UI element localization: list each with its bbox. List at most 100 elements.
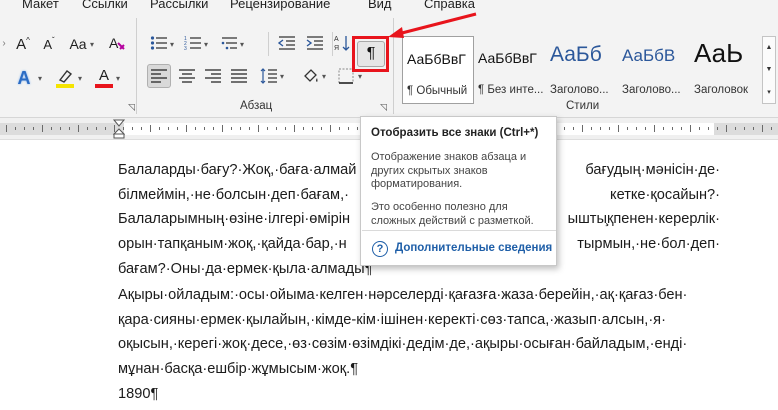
ruler-tick (582, 125, 583, 132)
align-right-icon[interactable] (202, 64, 224, 88)
more-styles-icon[interactable]: ▾ (767, 88, 771, 96)
svg-text:Я: Я (334, 45, 339, 52)
ruler-tick (168, 127, 169, 130)
ruler-tick (717, 127, 718, 130)
shrink-font-icon[interactable]: Aˇ (38, 34, 60, 54)
justify-icon[interactable] (228, 64, 250, 88)
decrease-indent-icon[interactable] (276, 32, 298, 54)
chevron-down-icon[interactable]: ▾ (240, 40, 244, 49)
style-title[interactable]: АаЬ Заголовок (690, 36, 762, 104)
sort-icon[interactable]: AЯ (334, 32, 350, 54)
chevron-up-icon[interactable]: ▲ (766, 44, 773, 51)
ruler-tick (591, 127, 592, 130)
ruler-tick (573, 127, 574, 130)
shading-icon[interactable] (300, 64, 322, 88)
style-heading-1[interactable]: АаБб Заголово... (546, 36, 618, 104)
ruler-tick (42, 125, 43, 132)
chevron-down-icon[interactable]: ▾ (78, 74, 82, 83)
ruler-tick (753, 127, 754, 130)
ruler-tick (663, 127, 664, 130)
chevron-down-icon[interactable]: ▾ (322, 72, 326, 81)
indent-marker-icon[interactable] (113, 119, 125, 139)
tab-review[interactable]: Рецензирование (230, 0, 330, 11)
annotation-arrow-icon (388, 12, 477, 38)
ruler-tick (276, 127, 277, 130)
line-spacing-icon[interactable] (258, 64, 280, 88)
ruler-right-margin (714, 123, 778, 135)
tooltip-description: Отображение знаков абзаца и других скрыт… (371, 151, 527, 190)
chevron-down-icon[interactable]: ▾ (204, 40, 208, 49)
ruler-tick (303, 127, 304, 130)
divider (332, 32, 333, 56)
styles-gallery: АаБбВвГ ¶ Обычный АаБбВвГ ¶ Без инте... … (402, 36, 762, 104)
ruler-tick (321, 127, 322, 130)
font-dialog-launcher-icon[interactable]: ◹ (128, 102, 135, 113)
ruler-tick (699, 127, 700, 130)
font-size-dropdown-edge[interactable]: › (0, 34, 8, 52)
chevron-down-icon[interactable]: ▾ (280, 72, 284, 81)
ruler-tick (213, 127, 214, 130)
styles-group-label: Стили (566, 100, 600, 112)
ruler-tick (204, 127, 205, 130)
ruler-tick (681, 127, 682, 130)
help-icon[interactable]: ? (372, 241, 388, 257)
chevron-down-icon[interactable]: ▾ (358, 72, 362, 81)
clear-formatting-icon[interactable]: A (106, 32, 128, 54)
ruler-tick (609, 127, 610, 130)
ruler-tick (267, 127, 268, 130)
tab-layout[interactable]: Макет (22, 0, 59, 11)
ruler-tick (690, 125, 691, 132)
more-info-link[interactable]: Дополнительные сведения (395, 242, 552, 254)
chevron-down-icon[interactable]: ▾ (116, 74, 120, 83)
ruler-tick (177, 127, 178, 130)
grow-font-icon[interactable]: A ^ (12, 34, 34, 54)
multilevel-list-icon[interactable] (218, 32, 240, 54)
ruler-tick (186, 125, 187, 132)
chevron-down-icon[interactable]: ▾ (170, 40, 174, 49)
ruler-tick (726, 125, 727, 132)
ruler-tick (195, 127, 196, 130)
ruler-tick (24, 127, 25, 130)
chevron-down-icon[interactable]: ▾ (38, 74, 42, 83)
paragraph-group-label: Абзац (240, 100, 273, 112)
ruler-tick (231, 127, 232, 130)
ruler-tick (240, 127, 241, 130)
ruler-tick (150, 125, 151, 132)
ruler-tick (600, 127, 601, 130)
align-left-button[interactable] (147, 64, 171, 88)
ruler-tick (258, 125, 259, 132)
tab-mailings[interactable]: Рассылки (150, 0, 208, 11)
document-paragraph-2[interactable]: Ақыры·ойладым:·осы·ойыма·келген·нәрселер… (118, 283, 728, 382)
bullets-icon[interactable] (148, 32, 170, 54)
document-paragraph-3[interactable]: 1890¶ (118, 382, 728, 407)
annotation-highlight-box (352, 36, 389, 72)
tab-references[interactable]: Ссылки (82, 0, 128, 11)
chevron-down-icon[interactable]: ▼ (766, 66, 773, 73)
numbering-icon[interactable]: 123 (182, 32, 204, 54)
ruler-tick (357, 127, 358, 130)
ruler-tick (33, 127, 34, 130)
text-effects-icon[interactable]: A (12, 66, 36, 90)
highlight-icon[interactable] (54, 66, 76, 90)
text-line: мұнан·басқа·ешбір·жұмысым·жоқ.¶ (118, 361, 359, 378)
tooltip-divider (362, 230, 556, 231)
ruler-tick (51, 127, 52, 130)
font-color-icon[interactable]: A (94, 66, 114, 90)
style-no-spacing[interactable]: АаБбВвГ ¶ Без инте... (474, 36, 546, 104)
document-paragraph-1-right[interactable]: бағудың·мәнісін·де· кетке·қосайын?· ышты… (560, 158, 720, 257)
ruler-tick (105, 127, 106, 130)
paragraph-dialog-launcher-icon[interactable]: ◹ (380, 102, 387, 113)
align-center-icon[interactable] (176, 64, 198, 88)
ruler-tick (735, 127, 736, 130)
style-heading-2[interactable]: АаБбВ Заголово... (618, 36, 690, 104)
increase-indent-icon[interactable] (304, 32, 326, 54)
show-all-marks-tooltip: Отобразить все знаки (Ctrl+*) Отображени… (360, 116, 557, 266)
chevron-down-icon[interactable]: ▾ (90, 40, 94, 49)
tooltip-title: Отобразить все знаки (Ctrl+*) (371, 127, 539, 139)
ruler-tick (636, 127, 637, 130)
ruler-tick (6, 125, 7, 132)
style-normal[interactable]: АаБбВвГ ¶ Обычный (402, 36, 474, 104)
change-case-icon[interactable]: Aa (66, 34, 90, 54)
divider (268, 32, 269, 56)
styles-gallery-scroll[interactable]: ▲ ▼ ▾ (762, 36, 776, 104)
